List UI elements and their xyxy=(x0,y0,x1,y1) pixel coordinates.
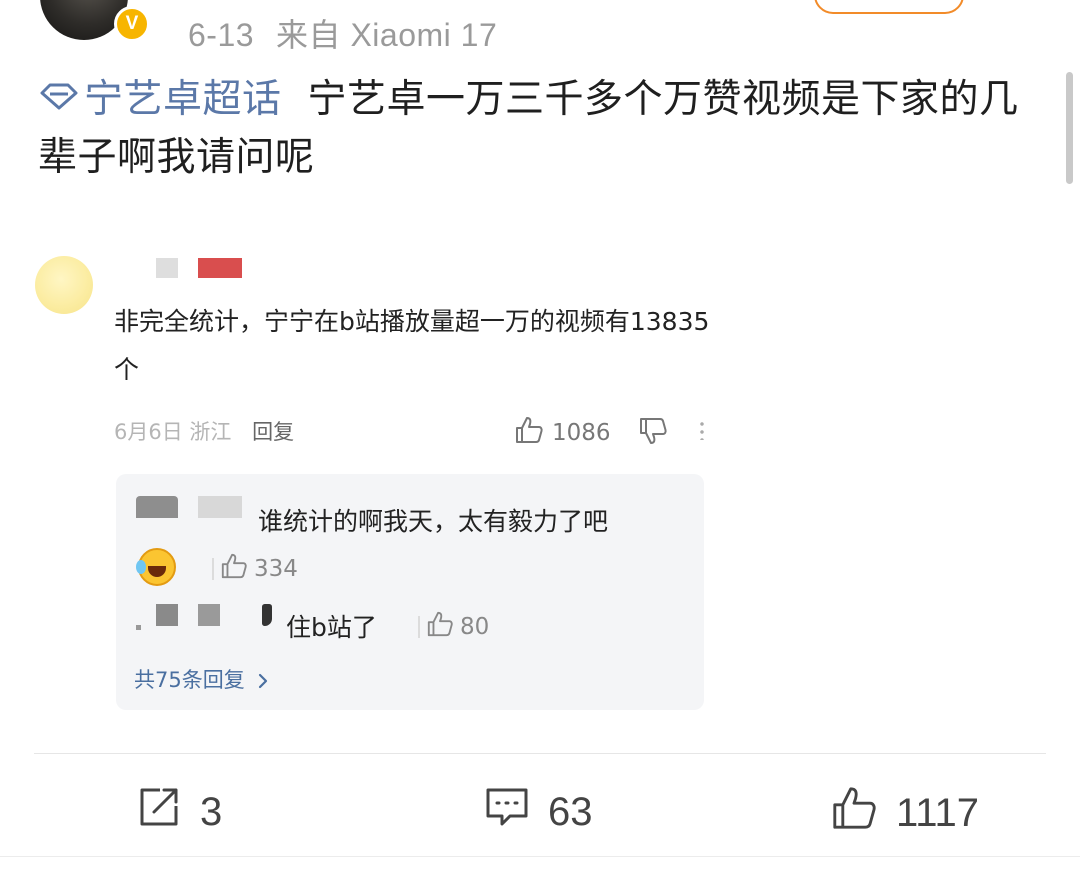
divider xyxy=(0,856,1080,857)
post-date: 6-13 xyxy=(188,17,255,53)
thumbs-up-icon xyxy=(830,784,878,842)
thumbs-up-icon xyxy=(426,610,454,644)
reply-name-mosaic xyxy=(198,496,242,518)
more-replies-label: 共75条回复 xyxy=(134,668,245,692)
comment-more-button[interactable] xyxy=(700,420,704,440)
thumbs-up-icon xyxy=(514,415,544,451)
reply-name-mosaic xyxy=(136,496,178,518)
reply-text: 住b站了 xyxy=(286,613,377,642)
like-count: 1117 xyxy=(896,790,980,835)
comment-button[interactable]: 63 xyxy=(484,784,593,840)
reply-name-mosaic xyxy=(156,604,178,626)
reply-like-count: 334 xyxy=(254,556,298,582)
chevron-right-icon xyxy=(251,668,271,692)
share-button[interactable]: 3 xyxy=(136,784,222,840)
like-button[interactable]: 1117 xyxy=(830,784,979,842)
post-meta: 6-13 来自 Xiaomi 17 xyxy=(188,10,497,56)
divider xyxy=(34,753,1046,754)
laughing-crying-emoji-icon xyxy=(136,548,176,586)
reply-like-button[interactable]: 334 xyxy=(212,552,298,586)
diamond-icon xyxy=(38,71,80,127)
reply-like-count: 80 xyxy=(460,614,490,640)
topic-label: 宁艺卓超话 xyxy=(84,77,282,122)
post-source: 来自 Xiaomi 17 xyxy=(276,17,498,53)
commenter-name-mosaic xyxy=(198,258,242,278)
topic-link[interactable]: 宁艺卓超话 xyxy=(38,77,282,122)
reply-name-mosaic xyxy=(262,604,272,626)
reply-text: 谁统计的啊我天，太有毅力了吧 xyxy=(258,507,609,536)
comment-like-count: 1086 xyxy=(552,420,611,446)
comment-meta: 6月6日 浙江 回复 xyxy=(114,416,294,446)
commenter-avatar[interactable] xyxy=(35,256,93,314)
comment-text: 非完全统计，宁宁在b站播放量超一万的视频有13835个 xyxy=(114,307,710,384)
comment-like-button[interactable]: 1086 xyxy=(514,415,611,451)
comment-count: 63 xyxy=(548,789,593,834)
thumbs-up-icon xyxy=(220,552,248,586)
scrollbar[interactable] xyxy=(1066,72,1073,184)
comment-dislike-button[interactable] xyxy=(638,416,668,450)
verified-badge: V xyxy=(114,6,150,42)
thumbs-down-icon xyxy=(638,418,668,450)
reply-like-button[interactable]: 80 xyxy=(418,610,489,644)
comment-icon xyxy=(484,784,530,840)
share-icon xyxy=(136,784,182,840)
comment-location: 浙江 xyxy=(189,420,232,444)
reply-name-mosaic xyxy=(198,604,220,626)
post-body: 宁艺卓超话 宁艺卓一万三千多个万赞视频是下家的几辈子啊我请问呢 xyxy=(38,72,1038,186)
divider xyxy=(418,616,420,638)
divider xyxy=(212,558,214,580)
reply-button[interactable]: 回复 xyxy=(252,420,294,444)
more-replies-link[interactable]: 共75条回复 xyxy=(134,664,271,694)
share-count: 3 xyxy=(200,789,223,834)
follow-button[interactable] xyxy=(814,0,964,14)
commenter-name-mosaic xyxy=(156,258,178,278)
reply-name-mosaic xyxy=(136,625,141,630)
comment-date: 6月6日 xyxy=(114,420,183,444)
